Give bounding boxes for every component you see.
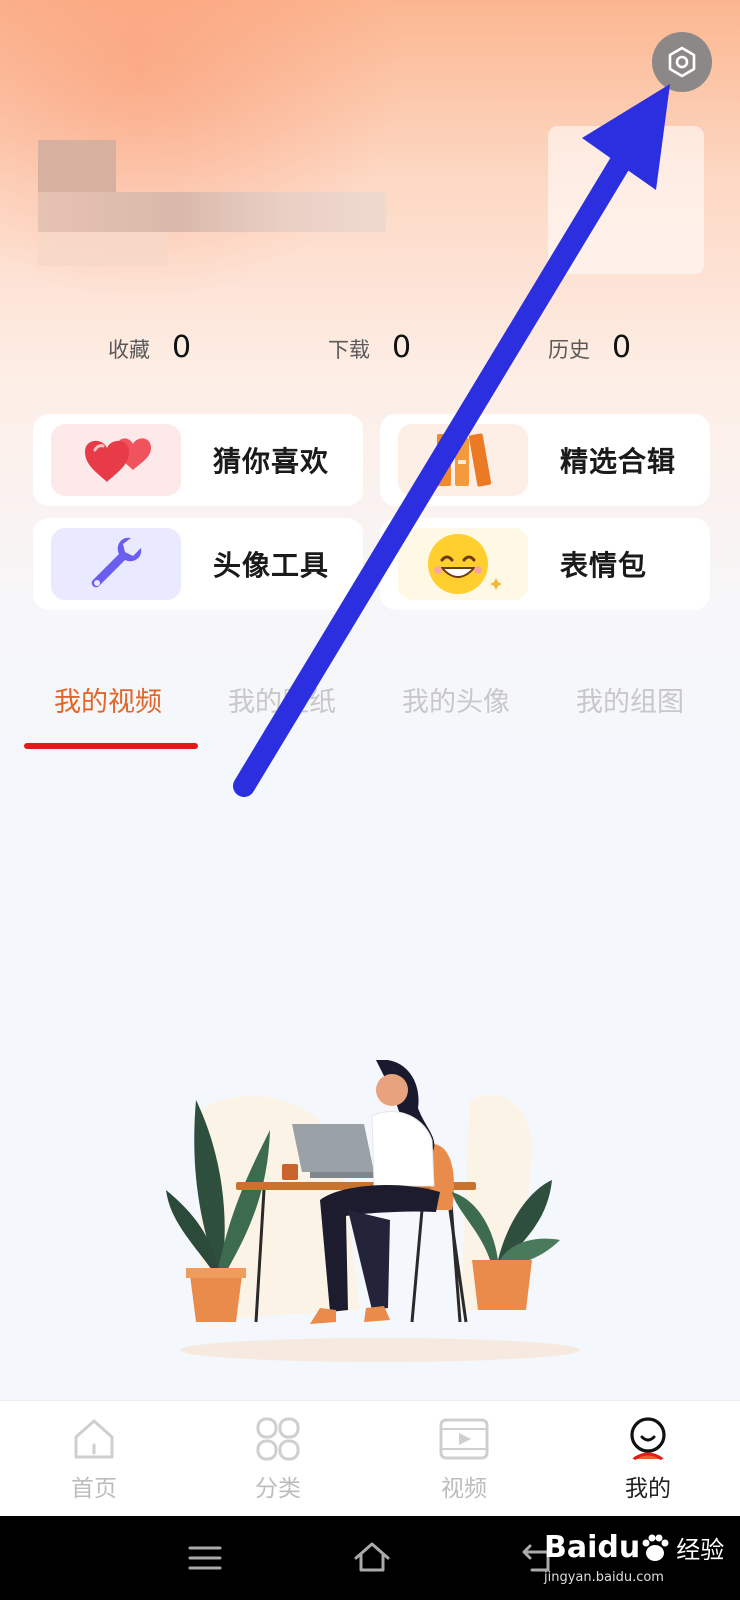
stat-label: 收藏	[108, 338, 150, 362]
watermark-url: jingyan.baidu.com	[544, 1570, 664, 1585]
blurred-username	[38, 140, 116, 192]
grid-icon	[256, 1417, 300, 1461]
hearts-icon	[85, 438, 151, 482]
stat-downloads[interactable]: 下载 0	[328, 330, 411, 365]
card-icon-bg	[398, 528, 528, 600]
paw-icon	[642, 1534, 669, 1561]
nav-categories[interactable]: 分类	[228, 1415, 328, 1503]
stat-history[interactable]: 历史 0	[548, 330, 631, 365]
tab-my-wallpapers[interactable]: 我的壁纸	[228, 680, 336, 719]
blurred-line	[38, 232, 168, 266]
shortcut-featured-collection[interactable]: 精选合辑	[380, 414, 710, 506]
video-icon	[439, 1418, 489, 1460]
tab-my-videos[interactable]: 我的视频	[54, 680, 162, 719]
blurred-user-info	[38, 192, 386, 232]
card-label: 头像工具	[213, 549, 330, 582]
stat-value: 0	[172, 330, 192, 365]
stat-value: 0	[612, 330, 632, 365]
nav-label: 分类	[255, 1476, 301, 1502]
home-icon	[74, 1419, 114, 1459]
content-tabs: 我的视频 我的壁纸 我的头像 我的组图	[0, 680, 740, 750]
bottom-navigation: 首页 分类 视频 我的	[0, 1400, 740, 1516]
stats-row: 收藏 0 下载 0 历史 0	[0, 330, 740, 380]
nav-videos[interactable]: 视频	[414, 1415, 514, 1503]
avatar[interactable]	[548, 126, 704, 274]
shortcut-guess-you-like[interactable]: 猜你喜欢	[33, 414, 363, 506]
card-icon-bg	[51, 424, 181, 496]
nav-profile[interactable]: 我的	[598, 1415, 698, 1503]
nav-label: 视频	[441, 1476, 487, 1502]
profile-page: 收藏 0 下载 0 历史 0 猜你喜欢 精选合辑 头像工具 表情包 我的视频 我…	[0, 0, 740, 1600]
nav-label: 我的	[625, 1476, 671, 1502]
card-icon-bg	[398, 424, 528, 496]
card-icon-bg	[51, 528, 181, 600]
nav-home[interactable]: 首页	[44, 1415, 144, 1503]
watermark-cn: 经验	[676, 1536, 725, 1564]
shortcut-stickers[interactable]: 表情包	[380, 518, 710, 610]
watermark-brand: Baidu	[544, 1530, 641, 1565]
wrench-icon	[91, 537, 142, 588]
card-label: 表情包	[560, 549, 648, 582]
smiley-icon	[428, 534, 502, 594]
stat-favorites[interactable]: 收藏 0	[108, 330, 191, 365]
stat-label: 历史	[548, 338, 590, 362]
tab-my-galleries[interactable]: 我的组图	[576, 680, 684, 719]
system-home-icon[interactable]	[352, 1540, 392, 1574]
card-label: 猜你喜欢	[213, 445, 330, 478]
baidu-watermark: Baidu 经验 jingyan.baidu.com	[544, 1530, 725, 1585]
empty-state-illustration	[166, 1060, 580, 1362]
settings-hex-icon	[668, 46, 696, 78]
settings-button[interactable]	[652, 32, 712, 92]
stat-label: 下载	[328, 338, 370, 362]
stat-value: 0	[392, 330, 412, 365]
active-tab-indicator	[24, 743, 198, 749]
profile-icon	[630, 1417, 666, 1461]
tab-my-avatars[interactable]: 我的头像	[402, 680, 510, 719]
menu-icon[interactable]	[188, 1544, 222, 1572]
shortcut-avatar-tools[interactable]: 头像工具	[33, 518, 363, 610]
nav-label: 首页	[71, 1476, 117, 1502]
books-icon	[437, 433, 492, 487]
card-label: 精选合辑	[560, 445, 677, 478]
